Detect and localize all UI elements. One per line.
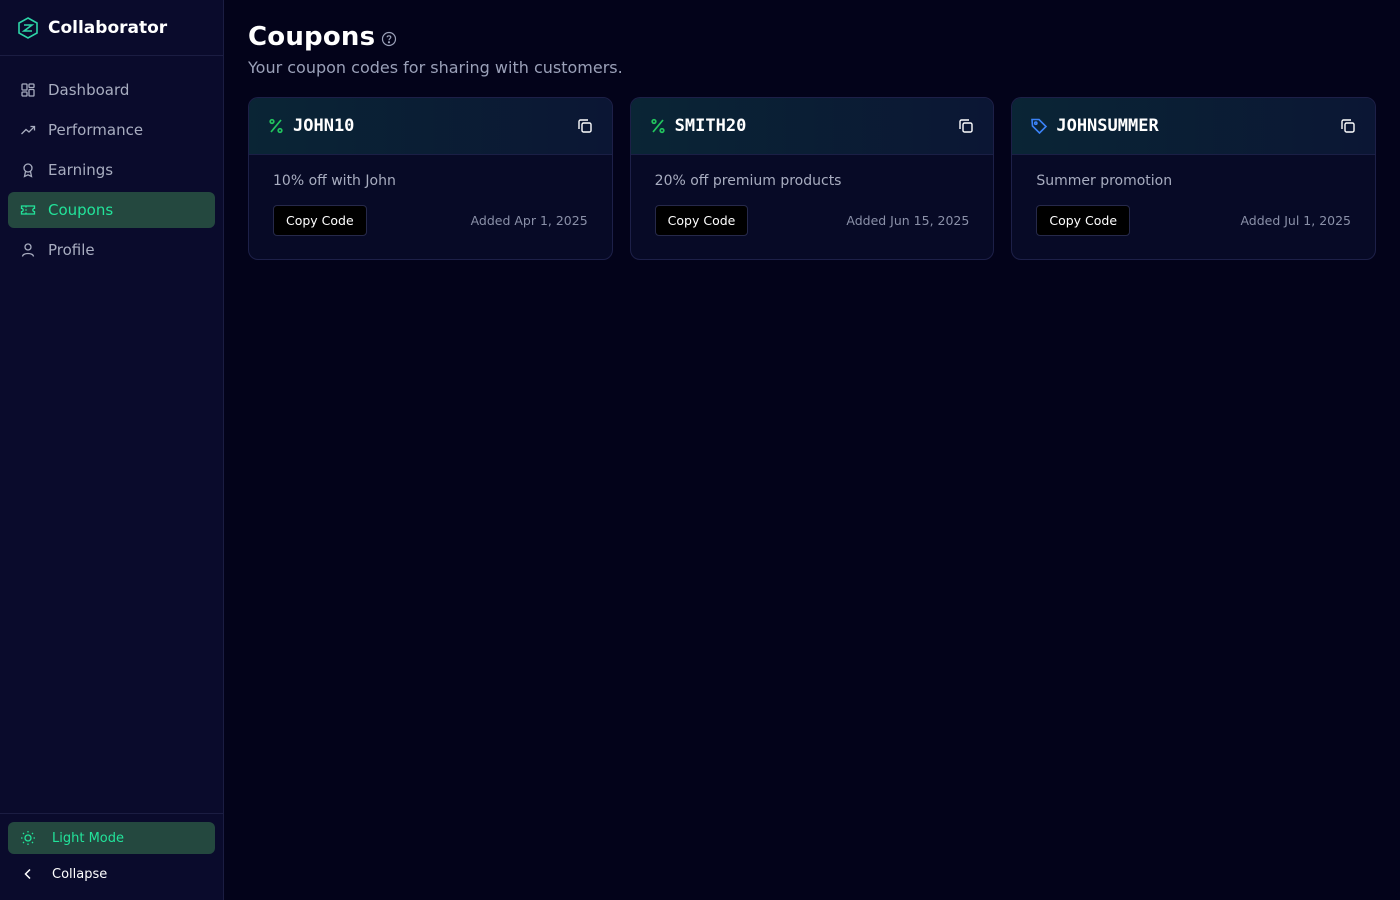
coupon-added-date: Added Apr 1, 2025	[470, 213, 588, 228]
coupon-code: SMITH20	[674, 116, 747, 136]
sidebar-item-coupons[interactable]: Coupons	[8, 192, 215, 228]
copy-code-button[interactable]: Copy Code	[654, 205, 749, 236]
sidebar: Collaborator Dashboard Performance Earni…	[0, 0, 224, 900]
light-mode-toggle[interactable]: Light Mode	[8, 822, 215, 854]
copy-icon[interactable]	[957, 117, 975, 135]
coupon-card-footer: Copy Code Added Apr 1, 2025	[273, 205, 588, 236]
sidebar-item-profile[interactable]: Profile	[8, 232, 215, 268]
coupon-card-header: JOHN10	[249, 98, 612, 155]
page-subtitle: Your coupon codes for sharing with custo…	[248, 58, 623, 77]
coupon-description: 20% off premium products	[654, 173, 842, 189]
sidebar-footer: Light Mode Collapse	[0, 813, 223, 900]
sidebar-item-label: Earnings	[48, 161, 114, 179]
coupon-card-header: SMITH20	[630, 98, 994, 155]
coupon-description: Summer promotion	[1036, 173, 1173, 189]
sidebar-item-dashboard[interactable]: Dashboard	[8, 72, 215, 108]
copy-code-button[interactable]: Copy Code	[273, 205, 367, 236]
sidebar-item-label: Dashboard	[48, 81, 130, 99]
light-mode-label: Light Mode	[52, 830, 124, 846]
user-icon	[21, 243, 35, 257]
sidebar-item-label: Performance	[48, 121, 144, 139]
logo-icon	[18, 16, 38, 39]
sidebar-nav: Dashboard Performance Earnings Coupons P…	[0, 56, 223, 268]
coupon-card: SMITH20 20% off premium products Copy Co…	[629, 97, 995, 260]
copy-icon[interactable]	[1339, 117, 1357, 135]
chevron-left-icon	[24, 868, 31, 880]
title-row: Coupons	[248, 22, 1376, 52]
tag-icon	[1031, 118, 1048, 135]
page-title: Coupons	[248, 22, 376, 52]
coupon-card-footer: Copy Code Added Jul 1, 2025	[1036, 205, 1351, 236]
brand[interactable]: Collaborator	[0, 0, 223, 56]
main-content: Coupons Your coupon codes for sharing wi…	[248, 22, 1377, 260]
collapse-button[interactable]: Collapse	[8, 858, 215, 890]
copy-code-button[interactable]: Copy Code	[1036, 205, 1131, 236]
coupon-card-footer: Copy Code Added Jun 15, 2025	[654, 205, 970, 236]
brand-name: Collaborator	[48, 17, 168, 38]
sun-icon	[21, 831, 35, 845]
coupon-card: JOHN10 10% off with John Copy Code Added…	[248, 97, 613, 260]
coupon-code: JOHN10	[293, 116, 355, 136]
sidebar-item-performance[interactable]: Performance	[8, 112, 215, 148]
collapse-label: Collapse	[52, 866, 108, 882]
coupon-list: JOHN10 10% off with John Copy Code Added…	[248, 97, 1377, 260]
percent-icon	[651, 118, 665, 134]
ticket-icon	[20, 205, 36, 215]
trending-up-icon	[21, 125, 36, 135]
coupon-description: 10% off with John	[273, 173, 396, 189]
coupon-card-body: 20% off premium products Copy Code Added…	[631, 155, 994, 236]
coupon-card-header: JOHNSUMMER	[1012, 98, 1376, 155]
coupon-code: JOHNSUMMER	[1056, 116, 1159, 136]
coupon-card-body: Summer promotion Copy Code Added Jul 1, …	[1012, 155, 1375, 236]
sidebar-item-label: Profile	[48, 241, 95, 259]
coupon-added-date: Added Jul 1, 2025	[1240, 213, 1352, 228]
coupon-card: JOHNSUMMER Summer promotion Copy Code Ad…	[1011, 97, 1377, 260]
dashboard-icon	[21, 83, 35, 97]
help-icon[interactable]	[381, 31, 397, 47]
sidebar-item-earnings[interactable]: Earnings	[8, 152, 215, 188]
coupon-card-body: 10% off with John Copy Code Added Apr 1,…	[249, 155, 612, 236]
percent-icon	[269, 118, 283, 134]
copy-icon[interactable]	[576, 117, 594, 135]
award-icon	[23, 163, 33, 178]
coupon-added-date: Added Jun 15, 2025	[846, 213, 970, 228]
sidebar-item-label: Coupons	[48, 201, 114, 219]
